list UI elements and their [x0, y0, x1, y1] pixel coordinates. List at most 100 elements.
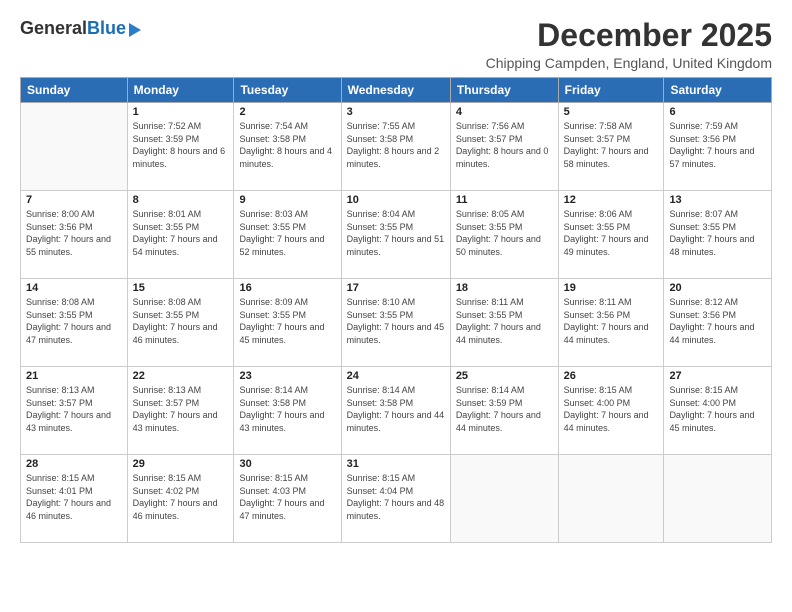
day-number: 26	[564, 370, 659, 382]
table-row	[21, 103, 128, 191]
day-info: Sunrise: 8:15 AM Sunset: 4:01 PM Dayligh…	[26, 472, 122, 522]
calendar-table: Sunday Monday Tuesday Wednesday Thursday…	[20, 77, 772, 543]
day-number: 1	[133, 106, 229, 118]
page: GeneralBlue December 2025 Chipping Campd…	[0, 0, 792, 612]
day-number: 13	[669, 194, 766, 206]
day-number: 16	[239, 282, 335, 294]
table-row	[450, 455, 558, 543]
day-number: 8	[133, 194, 229, 206]
day-number: 9	[239, 194, 335, 206]
day-info: Sunrise: 8:06 AM Sunset: 3:55 PM Dayligh…	[564, 208, 659, 258]
day-number: 29	[133, 458, 229, 470]
day-info: Sunrise: 7:56 AM Sunset: 3:57 PM Dayligh…	[456, 120, 553, 170]
day-info: Sunrise: 8:08 AM Sunset: 3:55 PM Dayligh…	[133, 296, 229, 346]
table-row: 4 Sunrise: 7:56 AM Sunset: 3:57 PM Daylig…	[450, 103, 558, 191]
day-info: Sunrise: 8:13 AM Sunset: 3:57 PM Dayligh…	[26, 384, 122, 434]
col-sunday: Sunday	[21, 78, 128, 103]
table-row	[558, 455, 664, 543]
day-number: 28	[26, 458, 122, 470]
day-info: Sunrise: 7:54 AM Sunset: 3:58 PM Dayligh…	[239, 120, 335, 170]
day-number: 20	[669, 282, 766, 294]
day-number: 17	[347, 282, 445, 294]
logo-blue-text: Blue	[87, 18, 126, 38]
table-row: 28 Sunrise: 8:15 AM Sunset: 4:01 PM Dayli…	[21, 455, 128, 543]
day-info: Sunrise: 8:15 AM Sunset: 4:03 PM Dayligh…	[239, 472, 335, 522]
day-info: Sunrise: 7:52 AM Sunset: 3:59 PM Dayligh…	[133, 120, 229, 170]
day-number: 15	[133, 282, 229, 294]
col-tuesday: Tuesday	[234, 78, 341, 103]
day-info: Sunrise: 8:10 AM Sunset: 3:55 PM Dayligh…	[347, 296, 445, 346]
day-info: Sunrise: 8:13 AM Sunset: 3:57 PM Dayligh…	[133, 384, 229, 434]
day-info: Sunrise: 8:12 AM Sunset: 3:56 PM Dayligh…	[669, 296, 766, 346]
day-info: Sunrise: 8:15 AM Sunset: 4:04 PM Dayligh…	[347, 472, 445, 522]
day-number: 30	[239, 458, 335, 470]
day-number: 18	[456, 282, 553, 294]
logo-arrow-icon	[129, 23, 141, 37]
day-number: 7	[26, 194, 122, 206]
day-number: 2	[239, 106, 335, 118]
col-wednesday: Wednesday	[341, 78, 450, 103]
table-row: 6Sunrise: 7:59 AM Sunset: 3:56 PM Daylig…	[664, 103, 772, 191]
day-info: Sunrise: 8:15 AM Sunset: 4:00 PM Dayligh…	[564, 384, 659, 434]
table-row: 27 Sunrise: 8:15 AM Sunset: 4:00 PM Dayli…	[664, 367, 772, 455]
table-row: 29Sunrise: 8:15 AM Sunset: 4:02 PM Dayli…	[127, 455, 234, 543]
day-info: Sunrise: 8:03 AM Sunset: 3:55 PM Dayligh…	[239, 208, 335, 258]
table-row: 12 Sunrise: 8:06 AM Sunset: 3:55 PM Dayli…	[558, 191, 664, 279]
table-row: 16Sunrise: 8:09 AM Sunset: 3:55 PM Dayli…	[234, 279, 341, 367]
table-row: 15 Sunrise: 8:08 AM Sunset: 3:55 PM Dayli…	[127, 279, 234, 367]
table-row	[664, 455, 772, 543]
day-number: 19	[564, 282, 659, 294]
col-friday: Friday	[558, 78, 664, 103]
logo: GeneralBlue	[20, 18, 141, 39]
day-info: Sunrise: 7:59 AM Sunset: 3:56 PM Dayligh…	[669, 120, 766, 170]
day-info: Sunrise: 8:00 AM Sunset: 3:56 PM Dayligh…	[26, 208, 122, 258]
calendar-week-row: 21 Sunrise: 8:13 AM Sunset: 3:57 PM Dayli…	[21, 367, 772, 455]
table-row: 7 Sunrise: 8:00 AM Sunset: 3:56 PM Daylig…	[21, 191, 128, 279]
table-row: 1 Sunrise: 7:52 AM Sunset: 3:59 PM Daylig…	[127, 103, 234, 191]
day-info: Sunrise: 8:11 AM Sunset: 3:55 PM Dayligh…	[456, 296, 553, 346]
day-info: Sunrise: 7:58 AM Sunset: 3:57 PM Dayligh…	[564, 120, 659, 170]
title-section: December 2025 Chipping Campden, England,…	[486, 18, 772, 71]
day-number: 27	[669, 370, 766, 382]
day-info: Sunrise: 8:04 AM Sunset: 3:55 PM Dayligh…	[347, 208, 445, 258]
calendar-week-row: 7 Sunrise: 8:00 AM Sunset: 3:56 PM Daylig…	[21, 191, 772, 279]
day-number: 25	[456, 370, 553, 382]
table-row: 17 Sunrise: 8:10 AM Sunset: 3:55 PM Dayli…	[341, 279, 450, 367]
calendar-week-row: 1 Sunrise: 7:52 AM Sunset: 3:59 PM Daylig…	[21, 103, 772, 191]
table-row: 2 Sunrise: 7:54 AM Sunset: 3:58 PM Daylig…	[234, 103, 341, 191]
day-number: 14	[26, 282, 122, 294]
day-info: Sunrise: 8:05 AM Sunset: 3:55 PM Dayligh…	[456, 208, 553, 258]
col-saturday: Saturday	[664, 78, 772, 103]
day-info: Sunrise: 8:14 AM Sunset: 3:58 PM Dayligh…	[239, 384, 335, 434]
day-number: 12	[564, 194, 659, 206]
day-number: 23	[239, 370, 335, 382]
day-number: 10	[347, 194, 445, 206]
day-info: Sunrise: 8:15 AM Sunset: 4:00 PM Dayligh…	[669, 384, 766, 434]
table-row: 24Sunrise: 8:14 AM Sunset: 3:58 PM Dayli…	[341, 367, 450, 455]
location-subtitle: Chipping Campden, England, United Kingdo…	[486, 55, 772, 71]
table-row: 10 Sunrise: 8:04 AM Sunset: 3:55 PM Dayli…	[341, 191, 450, 279]
month-title: December 2025	[486, 18, 772, 53]
table-row: 13Sunrise: 8:07 AM Sunset: 3:55 PM Dayli…	[664, 191, 772, 279]
day-info: Sunrise: 8:14 AM Sunset: 3:59 PM Dayligh…	[456, 384, 553, 434]
day-number: 11	[456, 194, 553, 206]
header: GeneralBlue December 2025 Chipping Campd…	[20, 18, 772, 71]
table-row: 3Sunrise: 7:55 AM Sunset: 3:58 PM Daylig…	[341, 103, 450, 191]
table-row: 26 Sunrise: 8:15 AM Sunset: 4:00 PM Dayli…	[558, 367, 664, 455]
day-info: Sunrise: 8:01 AM Sunset: 3:55 PM Dayligh…	[133, 208, 229, 258]
table-row: 21 Sunrise: 8:13 AM Sunset: 3:57 PM Dayli…	[21, 367, 128, 455]
day-info: Sunrise: 7:55 AM Sunset: 3:58 PM Dayligh…	[347, 120, 445, 170]
table-row: 18 Sunrise: 8:11 AM Sunset: 3:55 PM Dayli…	[450, 279, 558, 367]
day-number: 24	[347, 370, 445, 382]
day-number: 5	[564, 106, 659, 118]
table-row: 30 Sunrise: 8:15 AM Sunset: 4:03 PM Dayli…	[234, 455, 341, 543]
day-number: 4	[456, 106, 553, 118]
table-row: 20 Sunrise: 8:12 AM Sunset: 3:56 PM Dayli…	[664, 279, 772, 367]
col-thursday: Thursday	[450, 78, 558, 103]
table-row: 14Sunrise: 8:08 AM Sunset: 3:55 PM Dayli…	[21, 279, 128, 367]
table-row: 11 Sunrise: 8:05 AM Sunset: 3:55 PM Dayli…	[450, 191, 558, 279]
day-number: 21	[26, 370, 122, 382]
day-number: 22	[133, 370, 229, 382]
day-info: Sunrise: 8:11 AM Sunset: 3:56 PM Dayligh…	[564, 296, 659, 346]
calendar-week-row: 28 Sunrise: 8:15 AM Sunset: 4:01 PM Dayli…	[21, 455, 772, 543]
